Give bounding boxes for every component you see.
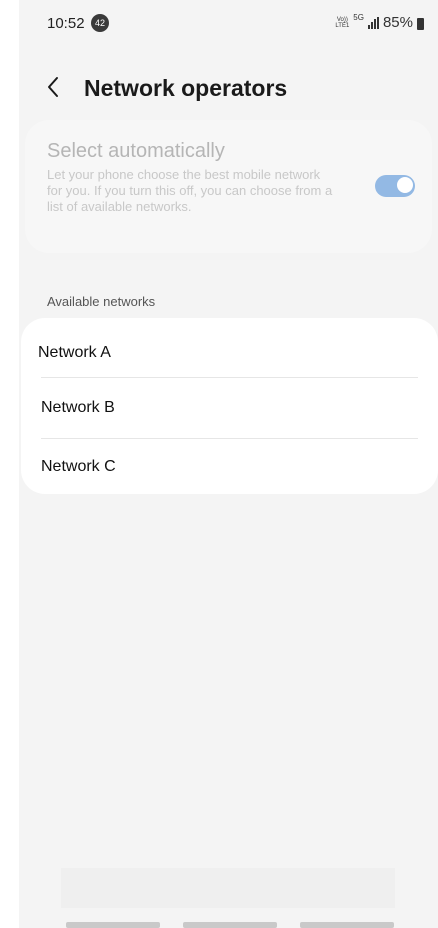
network-type-label: 5G <box>353 13 364 22</box>
network-item-c[interactable]: Network C <box>21 440 438 498</box>
status-time: 10:52 <box>47 15 85 32</box>
network-item-b[interactable]: Network B <box>21 380 438 438</box>
network-item-label: Network C <box>41 458 116 475</box>
back-nav-button[interactable] <box>300 922 394 928</box>
network-item-label: Network B <box>41 399 115 416</box>
lte-label: LTE1 <box>335 22 350 29</box>
recent-apps-button[interactable] <box>66 922 160 928</box>
home-button[interactable] <box>183 922 277 928</box>
bottom-action-bar <box>61 868 395 908</box>
list-divider <box>41 377 418 378</box>
battery-icon <box>417 17 424 30</box>
notification-count-badge: 42 <box>91 14 109 32</box>
signal-strength-icon <box>367 16 379 29</box>
chevron-left-icon <box>48 77 58 97</box>
status-bar: 10:52 42 Vo)) LTE1 5G 85% <box>19 0 438 44</box>
networks-list: Network A Network B Network C <box>21 318 438 494</box>
app-header: Network operators <box>19 62 438 112</box>
status-indicators: Vo)) LTE1 5G 85% <box>335 13 424 31</box>
page-title: Network operators <box>84 75 288 101</box>
network-item-a[interactable]: Network A <box>21 324 438 382</box>
back-button[interactable] <box>43 74 65 100</box>
available-networks-header: Available networks <box>47 294 156 309</box>
volte-icon: Vo)) LTE1 <box>335 17 349 29</box>
battery-percent: 85% <box>382 14 413 31</box>
select-automatically-toggle[interactable] <box>375 175 415 197</box>
select-automatically-description: Let your phone choose the best mobile ne… <box>47 167 333 214</box>
network-item-label: Network A <box>38 344 111 361</box>
list-divider <box>41 438 418 439</box>
select-automatically-card[interactable]: Select automatically Let your phone choo… <box>25 120 432 253</box>
toggle-knob <box>396 176 414 194</box>
select-automatically-title: Select automatically <box>47 140 225 162</box>
phone-screen: 10:52 42 Vo)) LTE1 5G 85% Network operat… <box>19 0 438 928</box>
